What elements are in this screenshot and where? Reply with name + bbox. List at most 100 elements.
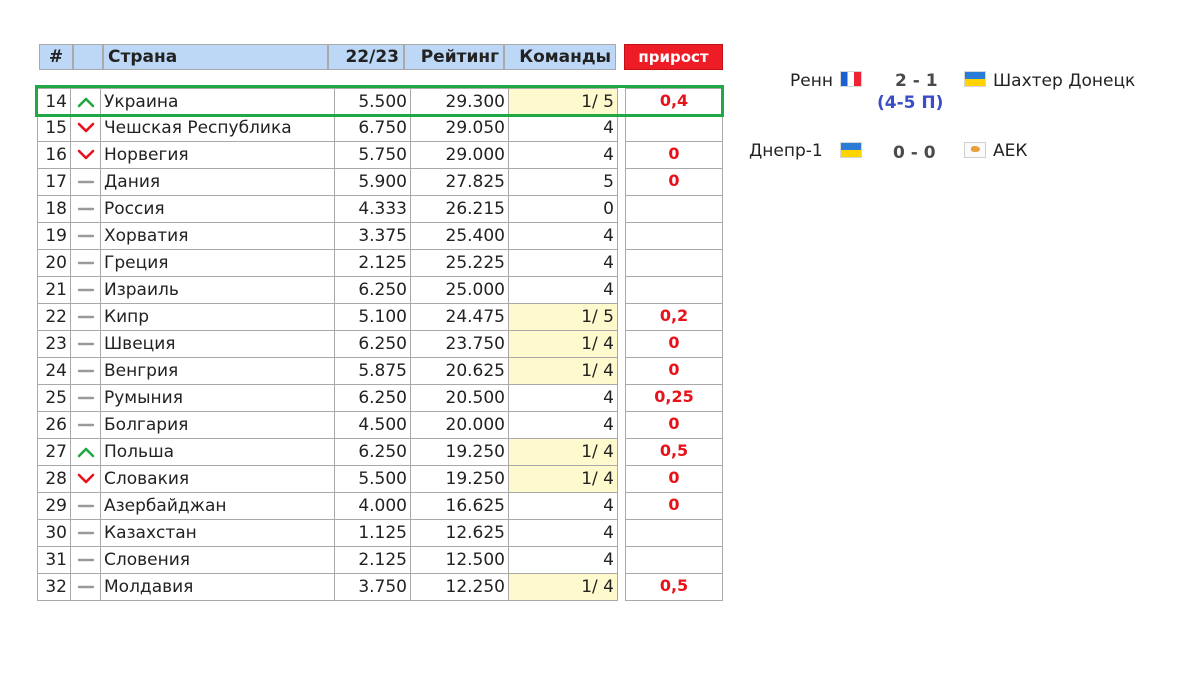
growth-value [625,115,723,142]
teams-count: 4 [508,493,618,520]
france-flag-icon [840,71,862,87]
teams-count: 1/ 4 [508,439,618,466]
rating-value: 20.000 [410,412,508,439]
rank-number: 28 [37,466,70,493]
table-row: 32 Молдавия 3.750 12.250 1/ 4 [37,574,618,601]
header-trend [73,44,103,70]
country-name: Хорватия [100,223,334,250]
table-row: 30 Казахстан 1.125 12.625 4 [37,520,618,547]
growth-value [625,520,723,547]
trend-cell [70,385,100,412]
teams-count: 1/ 4 [508,331,618,358]
trend-cell [70,547,100,574]
country-name: Швеция [100,331,334,358]
rating-value: 27.825 [410,169,508,196]
teams-count: 4 [508,277,618,304]
country-name: Словакия [100,466,334,493]
dash-icon [77,504,95,508]
teams-count: 1/ 4 [508,466,618,493]
rank-number: 31 [37,547,70,574]
country-name: Греция [100,250,334,277]
table-row: 22 Кипр 5.100 24.475 1/ 5 [37,304,618,331]
rank-number: 30 [37,520,70,547]
table-row: 23 Швеция 6.250 23.750 1/ 4 [37,331,618,358]
table-row: 27 Польша 6.250 19.250 1/ 4 [37,439,618,466]
trend-cell [70,331,100,358]
dash-icon [77,315,95,319]
growth-value [625,250,723,277]
season-points: 3.750 [334,574,410,601]
teams-count: 4 [508,223,618,250]
teams-count: 0 [508,196,618,223]
season-points: 2.125 [334,250,410,277]
country-name: Израиль [100,277,334,304]
season-points: 6.750 [334,115,410,142]
growth-value: 0 [625,331,723,358]
growth-value [625,196,723,223]
season-points: 5.500 [334,466,410,493]
match-2-score: 0 - 0 [893,143,936,163]
rating-value: 12.625 [410,520,508,547]
dash-icon [77,558,95,562]
trend-cell [70,142,100,169]
arrow-down-icon [77,149,95,160]
dash-icon [77,423,95,427]
rating-value: 25.225 [410,250,508,277]
rank-number: 25 [37,385,70,412]
trend-cell [70,412,100,439]
table-row: 21 Израиль 6.250 25.000 4 [37,277,618,304]
growth-value: 0 [625,169,723,196]
arrow-up-icon [77,447,95,458]
rank-number: 15 [37,115,70,142]
season-points: 4.500 [334,412,410,439]
rank-number: 26 [37,412,70,439]
growth-value: 0,25 [625,385,723,412]
country-name: Словения [100,547,334,574]
trend-cell [70,115,100,142]
growth-value: 0 [625,466,723,493]
table-row: 15 Чешская Республика 6.750 29.050 4 [37,115,618,142]
season-points: 5.750 [334,142,410,169]
growth-value: 0 [625,412,723,439]
trend-cell [70,520,100,547]
ukraine-flag-icon [964,71,986,87]
season-points: 4.333 [334,196,410,223]
teams-count: 4 [508,115,618,142]
trend-cell [70,358,100,385]
season-points: 5.875 [334,358,410,385]
growth-value: 0,5 [625,574,723,601]
dash-icon [77,288,95,292]
header-season: 22/23 [328,44,404,70]
match-2-home: Днепр-1 [749,141,823,161]
country-name: Румыния [100,385,334,412]
country-name: Молдавия [100,574,334,601]
rating-value: 25.400 [410,223,508,250]
rating-value: 23.750 [410,331,508,358]
dash-icon [77,261,95,265]
country-name: Польша [100,439,334,466]
table-row: 17 Дания 5.900 27.825 5 [37,169,618,196]
rating-value: 24.475 [410,304,508,331]
rating-value: 20.500 [410,385,508,412]
growth-value [625,547,723,574]
trend-cell [70,169,100,196]
rank-number: 24 [37,358,70,385]
trend-cell [70,277,100,304]
match-2-away: АЕК [993,141,1028,161]
country-name: Болгария [100,412,334,439]
ukraine-flag-icon [840,142,862,158]
teams-count: 1/ 5 [508,304,618,331]
teams-count: 4 [508,250,618,277]
table-row: 16 Норвегия 5.750 29.000 4 [37,142,618,169]
rating-value: 25.000 [410,277,508,304]
rating-value: 19.250 [410,439,508,466]
growth-value: 0 [625,358,723,385]
table-row: 19 Хорватия 3.375 25.400 4 [37,223,618,250]
growth-value [625,277,723,304]
season-points: 6.250 [334,439,410,466]
season-points: 5.900 [334,169,410,196]
table-row: 18 Россия 4.333 26.215 0 [37,196,618,223]
dash-icon [77,234,95,238]
rank-number: 27 [37,439,70,466]
season-points: 3.375 [334,223,410,250]
